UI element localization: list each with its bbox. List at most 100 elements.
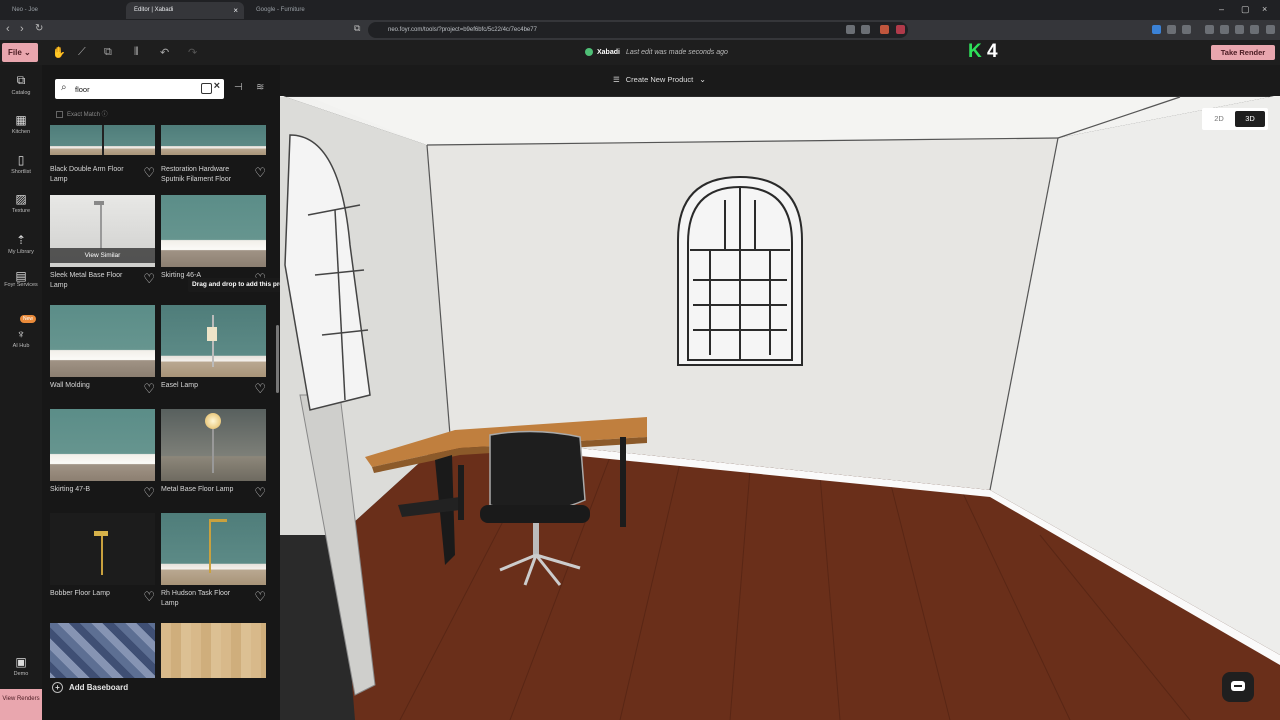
favorite-heart-icon[interactable]: ♡: [143, 590, 155, 603]
create-new-product-button[interactable]: ☰ Create New Product ⌄: [613, 75, 706, 84]
3d-viewport[interactable]: ☰ Create New Product ⌄ 2D 3D: [280, 65, 1280, 720]
left-rail: ⧉ Catalog ▦ Kitchen ▯ Shortlist ▨ Texture ⇡ M…: [0, 65, 42, 720]
favorite-heart-icon[interactable]: ♡: [143, 382, 155, 395]
copy-icon[interactable]: ⧉: [104, 46, 112, 59]
product-card[interactable]: Metal Base Floor Lamp ♡: [161, 409, 266, 499]
product-thumbnail[interactable]: [161, 623, 266, 678]
product-thumbnail[interactable]: [161, 125, 266, 155]
exact-match-toggle[interactable]: Exact Match ⓘ: [56, 109, 108, 118]
browser-tab-active[interactable]: Editor | Xabadi ×: [126, 2, 244, 19]
favorite-heart-icon[interactable]: ♡: [254, 166, 266, 179]
extension-icon[interactable]: [1182, 25, 1191, 34]
product-card[interactable]: Skirting 46-A ♡: [161, 195, 266, 285]
extension-icon[interactable]: [861, 25, 870, 34]
product-card[interactable]: View Similar Sleek Metal Base Floor Lamp…: [50, 195, 155, 289]
product-card[interactable]: Wall Molding ♡: [50, 305, 155, 395]
favorite-heart-icon[interactable]: ♡: [143, 272, 155, 285]
extension-icon[interactable]: [896, 25, 905, 34]
add-baseboard-button[interactable]: + Add Baseboard: [48, 679, 274, 697]
extension-icon[interactable]: [880, 25, 889, 34]
scrollbar[interactable]: [276, 325, 279, 393]
favorite-heart-icon[interactable]: ♡: [254, 486, 266, 499]
product-thumbnail[interactable]: [161, 513, 266, 585]
browser-tab[interactable]: Neo - Joe: [4, 2, 122, 19]
product-thumbnail[interactable]: [50, 305, 155, 377]
view-2d-button[interactable]: 2D: [1205, 111, 1233, 127]
favorite-heart-icon[interactable]: ♡: [143, 166, 155, 179]
lamp-shape: [101, 533, 103, 575]
favorite-heart-icon[interactable]: ♡: [143, 486, 155, 499]
filter-icon[interactable]: ≋: [256, 82, 264, 93]
catalog-panel: ⌕ × ⊣ ≋ Exact Match ⓘ Black Double Arm F…: [42, 65, 312, 720]
lamp-shade: [94, 531, 108, 536]
extension-icon[interactable]: [846, 25, 855, 34]
product-thumbnail[interactable]: [161, 195, 266, 267]
file-menu-button[interactable]: File ⌄: [2, 43, 38, 62]
align-icon[interactable]: ⫴: [134, 46, 139, 59]
product-thumbnail[interactable]: [161, 305, 266, 377]
extension-icon[interactable]: [1235, 25, 1244, 34]
clear-search-icon[interactable]: ×: [214, 80, 220, 92]
ai-hub-icon: ♆: [16, 327, 26, 341]
checkbox[interactable]: [56, 110, 63, 118]
rail-item-texture[interactable]: ▨ Texture: [0, 192, 42, 214]
rail-item-foyr-services[interactable]: ▤ Foyr Services: [0, 270, 42, 289]
product-card[interactable]: [161, 623, 266, 678]
pan-hand-icon[interactable]: ✋: [52, 46, 66, 59]
window-close-icon[interactable]: ×: [1262, 4, 1267, 14]
cast-icon[interactable]: ⧉: [354, 23, 360, 34]
product-thumbnail[interactable]: [161, 409, 266, 481]
product-card[interactable]: [50, 623, 155, 678]
rail-item-catalog[interactable]: ⧉ Catalog: [0, 73, 42, 96]
browser-tab[interactable]: Google - Furniture: [248, 2, 366, 19]
sidepanel-icon[interactable]: [1205, 25, 1214, 34]
view-similar-button[interactable]: View Similar: [50, 248, 155, 263]
rail-item-my-library[interactable]: ⇡ My Library: [0, 233, 42, 255]
rail-item-ai-hub[interactable]: ♆ AI Hub: [0, 327, 42, 349]
profile-icon[interactable]: [1250, 25, 1259, 34]
product-card[interactable]: Easel Lamp ♡: [161, 305, 266, 395]
undo-icon[interactable]: ↶: [160, 46, 169, 59]
product-thumbnail[interactable]: View Similar: [50, 195, 155, 267]
view-renders-button[interactable]: View Renders: [0, 689, 42, 720]
maximize-icon[interactable]: ▢: [1241, 4, 1250, 15]
take-render-button[interactable]: Take Render: [1211, 45, 1275, 60]
rail-item-demo[interactable]: ▣ Demo: [0, 655, 42, 677]
more-icon[interactable]: [1266, 25, 1275, 34]
new-badge: New: [20, 315, 37, 323]
extension-icon[interactable]: [1220, 25, 1229, 34]
favorite-heart-icon[interactable]: ♡: [254, 382, 266, 395]
view-3d-button[interactable]: 3D: [1235, 111, 1265, 127]
shortlist-icon: ▯: [17, 153, 25, 167]
product-thumbnail[interactable]: [50, 623, 155, 678]
product-thumbnail[interactable]: [50, 513, 155, 585]
camera-search-icon[interactable]: [201, 83, 212, 94]
minimize-icon[interactable]: –: [1219, 4, 1224, 14]
product-card[interactable]: Black Double Arm Floor Lamp ♡: [50, 125, 155, 183]
extension-icon[interactable]: [1167, 25, 1176, 34]
favorite-heart-icon[interactable]: ♡: [254, 590, 266, 603]
product-thumbnail[interactable]: [50, 125, 155, 155]
close-tab-icon[interactable]: ×: [233, 6, 238, 15]
chat-button[interactable]: [1222, 672, 1254, 702]
search-input[interactable]: [75, 82, 185, 96]
lamp-shape: [102, 125, 104, 155]
rail-label: Foyr Services: [4, 282, 38, 288]
product-name: Metal Base Floor Lamp: [161, 486, 234, 493]
redo-icon[interactable]: ↷: [188, 46, 197, 59]
product-card[interactable]: Bobber Floor Lamp ♡: [50, 513, 155, 603]
url-field[interactable]: neo.foyr.com/tools/?project=b9ef6bfc/5c2…: [368, 22, 908, 38]
rail-item-kitchen[interactable]: ▦ Kitchen: [0, 113, 42, 135]
extension-icon[interactable]: [1152, 25, 1161, 34]
product-card[interactable]: Restoration Hardware Sputnik Filament Fl…: [161, 125, 266, 183]
viewport-topbar: ☰ Create New Product ⌄: [280, 65, 1280, 96]
reload-icon[interactable]: ↻: [35, 23, 43, 34]
product-card[interactable]: Rh Hudson Task Floor Lamp ♡: [161, 513, 266, 607]
product-thumbnail[interactable]: [50, 409, 155, 481]
forward-icon[interactable]: ›: [20, 23, 24, 35]
rail-item-shortlist[interactable]: ▯ Shortlist: [0, 153, 42, 175]
sort-icon[interactable]: ⊣: [234, 82, 243, 93]
back-icon[interactable]: ‹: [6, 23, 10, 35]
product-card[interactable]: Skirting 47-B ♡: [50, 409, 155, 499]
brush-icon[interactable]: ⟋: [78, 46, 86, 59]
